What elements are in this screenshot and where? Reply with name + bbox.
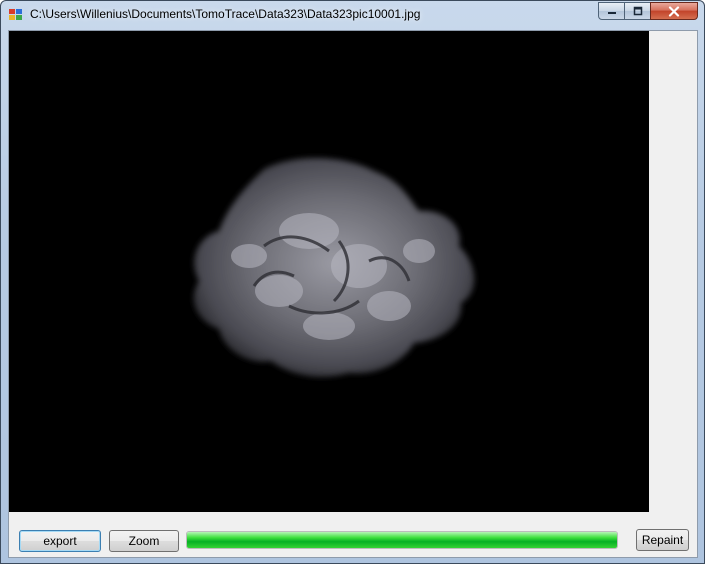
export-button[interactable]: export — [19, 530, 101, 552]
progress-bar — [186, 531, 618, 549]
app-window: C:\Users\Willenius\Documents\TomoTrace\D… — [0, 0, 705, 564]
minimize-button[interactable] — [598, 2, 625, 20]
minimize-icon — [607, 12, 616, 14]
zoom-button[interactable]: Zoom — [109, 530, 179, 552]
image-view[interactable] — [9, 31, 649, 512]
client-area: export Zoom Repaint — [8, 30, 698, 558]
progress-fill — [187, 532, 617, 548]
title-bar[interactable]: C:\Users\Willenius\Documents\TomoTrace\D… — [1, 1, 704, 29]
close-button[interactable] — [650, 2, 698, 20]
app-icon[interactable] — [9, 9, 23, 21]
repaint-button[interactable]: Repaint — [636, 529, 689, 551]
maximize-icon — [633, 6, 642, 16]
maximize-button[interactable] — [624, 2, 651, 20]
window-title: C:\Users\Willenius\Documents\TomoTrace\D… — [30, 7, 421, 21]
close-icon — [668, 5, 680, 17]
tomography-image — [193, 157, 475, 377]
